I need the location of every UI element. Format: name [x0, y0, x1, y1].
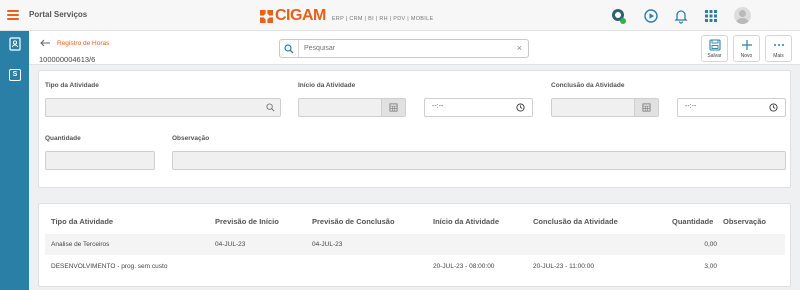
save-label: Salvar [707, 53, 722, 59]
table-row[interactable]: Analise de Terceiros 04-JUL-23 04-JUL-23… [45, 234, 785, 255]
sidebar: S [0, 31, 29, 290]
brand-logo: CIGAM ERP | CRM | BI | RH | PDV | MOBILE [260, 7, 433, 25]
page-header: Registro de Horas 100000004613/6 × Salva… [29, 31, 800, 65]
column-header[interactable]: Previsão de Conclusão [312, 217, 395, 226]
cell-conclusao: 20-JUL-23 - 11:00:00 [533, 263, 594, 270]
conclusao-time-field[interactable]: --:-- [677, 98, 786, 117]
quantidade-label: Quantidade [45, 135, 81, 142]
conclusao-atividade-label: Conclusão da Atividade [551, 82, 625, 89]
plus-icon [742, 40, 752, 50]
observacao-field[interactable] [172, 151, 786, 170]
column-header[interactable]: Conclusão da Atividade [533, 217, 618, 226]
play-icon[interactable] [643, 8, 659, 24]
cell-quantidade: 0,00 [704, 241, 717, 248]
new-button[interactable]: Novo [733, 35, 760, 62]
apps-grid-icon[interactable] [703, 8, 719, 24]
tipo-atividade-field[interactable] [45, 98, 281, 117]
cell-prev-conclusao: 04-JUL-23 [312, 241, 343, 248]
record-id: 100000004613/6 [39, 55, 96, 64]
more-label: Mais [773, 53, 784, 59]
support-icon[interactable] [610, 8, 626, 24]
save-button[interactable]: Salvar [701, 35, 728, 62]
search-input[interactable] [304, 43, 504, 54]
menu-icon[interactable] [7, 10, 19, 20]
quantidade-field[interactable] [45, 151, 155, 170]
table-row[interactable]: DESENVOLVIMENTO - prog. sem custo 20-JUL… [45, 256, 785, 277]
clock-icon[interactable] [769, 103, 778, 112]
observacao-label: Observação [172, 135, 210, 142]
contacts-book-icon[interactable] [8, 37, 22, 51]
portal-title: Portal Serviços [29, 10, 88, 19]
brand-name: CIGAM [275, 7, 326, 24]
activity-form: Tipo da Atividade Início da Atividade --… [38, 70, 791, 188]
calendar-icon[interactable] [381, 99, 405, 116]
column-header[interactable]: Previsão de Início [215, 217, 279, 226]
bell-icon[interactable] [673, 8, 689, 24]
cell-inicio: 20-JUL-23 - 08:00:00 [433, 263, 495, 270]
search-box: × [279, 39, 529, 58]
inicio-atividade-label: Início da Atividade [298, 82, 356, 89]
clock-icon[interactable] [516, 103, 525, 112]
s-badge-icon[interactable]: S [9, 69, 21, 81]
conclusao-date-field[interactable] [551, 98, 659, 117]
more-dots-icon [774, 44, 784, 46]
inicio-time-field[interactable]: --:-- [424, 98, 533, 117]
search-icon[interactable] [280, 40, 299, 57]
activities-table: Tipo da Atividade Previsão de Início Pre… [38, 203, 791, 287]
column-header[interactable]: Observação [723, 217, 766, 226]
cell-quantidade: 3,00 [704, 263, 717, 270]
cell-prev-inicio: 04-JUL-23 [215, 241, 246, 248]
calendar-icon[interactable] [634, 99, 658, 116]
more-button[interactable]: Mais [765, 35, 792, 62]
user-avatar-icon[interactable] [734, 7, 751, 24]
column-header[interactable]: Início da Atividade [433, 217, 499, 226]
cigam-logo-icon [260, 9, 273, 23]
clear-icon[interactable]: × [517, 44, 522, 53]
column-header[interactable]: Quantidade [672, 217, 713, 226]
search-icon[interactable] [266, 103, 275, 112]
save-icon [709, 39, 721, 51]
conclusao-time-value: --:-- [685, 103, 697, 110]
inicio-time-value: --:-- [432, 103, 444, 110]
new-label: Novo [740, 53, 753, 59]
top-bar: Portal Serviços CIGAM ERP | CRM | BI | R… [0, 0, 800, 31]
tipo-atividade-label: Tipo da Atividade [45, 82, 99, 89]
cell-tipo: Analise de Terceiros [51, 241, 110, 248]
breadcrumb[interactable]: Registro de Horas [57, 40, 109, 47]
back-arrow-icon[interactable] [40, 39, 50, 47]
brand-modules: ERP | CRM | BI | RH | PDV | MOBILE [331, 15, 434, 22]
column-header[interactable]: Tipo da Atividade [51, 217, 113, 226]
inicio-date-field[interactable] [298, 98, 406, 117]
cell-tipo: DESENVOLVIMENTO - prog. sem custo [51, 263, 168, 270]
